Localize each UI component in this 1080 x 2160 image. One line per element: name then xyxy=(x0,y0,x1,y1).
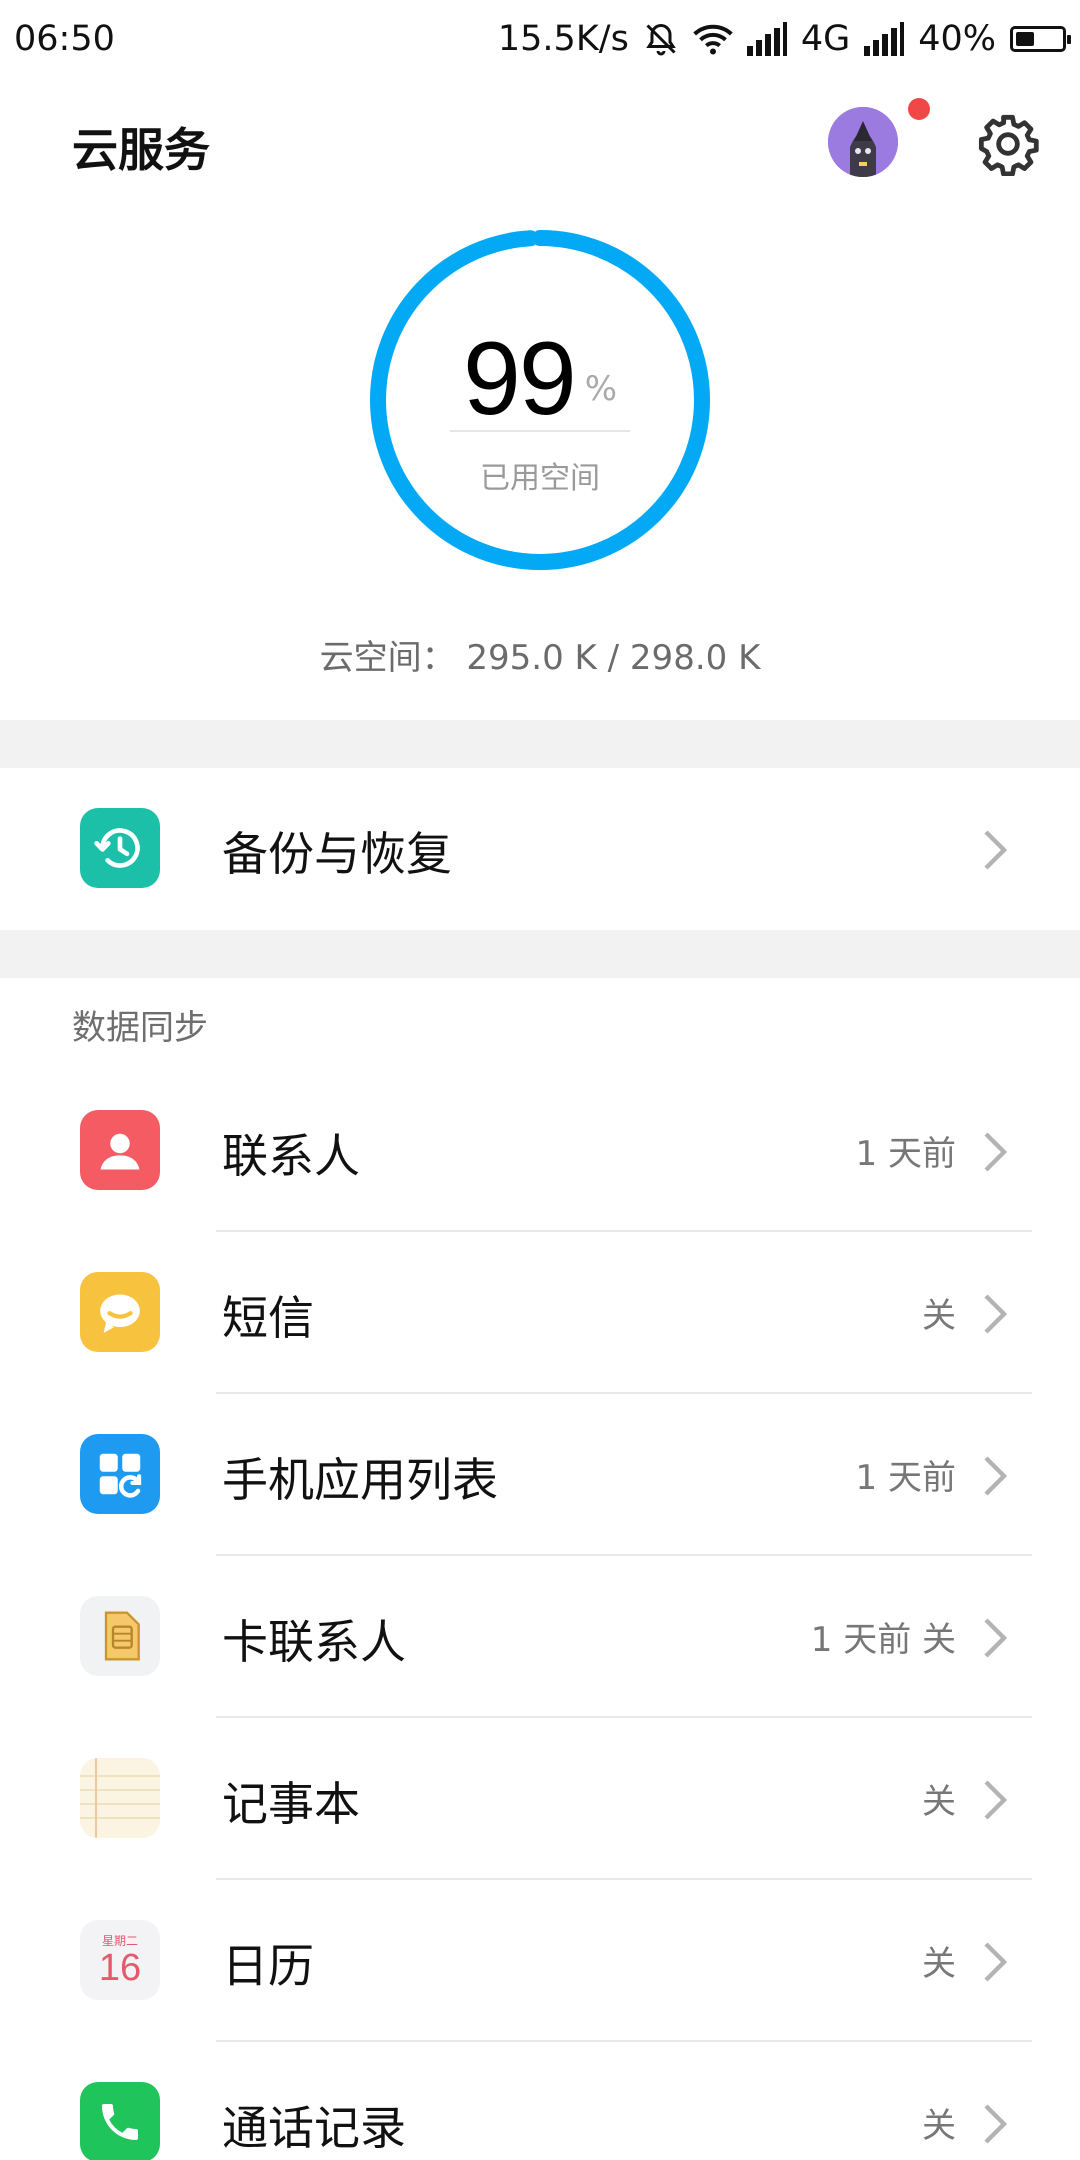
network-type: 4G xyxy=(800,19,851,59)
sync-item-label: 联系人 xyxy=(222,1129,360,1183)
chevron-right-icon xyxy=(984,1294,1008,1334)
chevron-right-icon xyxy=(984,1780,1008,1820)
chevron-right-icon xyxy=(984,1618,1008,1658)
sync-item-status: 1 天前 xyxy=(855,1134,956,1174)
phone-icon xyxy=(80,2082,160,2160)
sync-item-label: 日历 xyxy=(222,1939,314,1993)
backup-restore-label: 备份与恢复 xyxy=(222,827,452,881)
sync-item-status: 关 xyxy=(922,1296,956,1336)
sync-item-label: 卡联系人 xyxy=(222,1615,406,1669)
app-list-icon xyxy=(80,1434,160,1514)
sync-item-calendar[interactable]: 星期二 16 日历 关 xyxy=(0,1880,1080,2042)
sync-item-status: 1 天前 xyxy=(855,1458,956,1498)
chevron-right-icon xyxy=(984,1132,1008,1172)
sim-card-icon xyxy=(80,1596,160,1676)
backup-clock-icon xyxy=(80,808,160,888)
sync-item-label: 通话记录 xyxy=(222,2101,406,2155)
chevron-right-icon xyxy=(984,1942,1008,1982)
sync-item-call-log[interactable]: 通话记录 关 xyxy=(0,2042,1080,2160)
settings-icon xyxy=(976,112,1040,180)
status-icons: 15.5K/s 4G 40% xyxy=(497,19,1071,59)
cloud-service-screen: 06:50 15.5K/s 4G 40% 云服务 99 % 已用空间 云空间： … xyxy=(0,0,1080,2160)
notepad-icon xyxy=(80,1758,160,1838)
sync-item-status: 关 xyxy=(922,1944,956,1984)
sync-item-label: 手机应用列表 xyxy=(222,1453,498,1507)
status-bar: 06:50 15.5K/s 4G 40% xyxy=(0,0,1080,78)
ring-divider xyxy=(450,430,630,432)
chevron-right-icon xyxy=(984,830,1008,870)
storage-percent-unit: % xyxy=(584,369,617,409)
sync-item-sms[interactable]: 短信 关 xyxy=(0,1232,1080,1394)
sync-item-app-list[interactable]: 手机应用列表 1 天前 xyxy=(0,1394,1080,1556)
chevron-right-icon xyxy=(984,1456,1008,1496)
sync-item-status: 关 xyxy=(922,2106,956,2146)
section-gap xyxy=(0,930,1080,978)
battery-icon xyxy=(1010,26,1071,52)
sync-item-status: 1 天前 关 xyxy=(810,1620,956,1660)
header: 云服务 xyxy=(0,90,1080,200)
sync-item-sim-contacts[interactable]: 卡联系人 1 天前 关 xyxy=(0,1556,1080,1718)
calendar-icon-day: 16 xyxy=(98,1947,142,1989)
notification-dot xyxy=(908,98,930,120)
calendar-icon-weekday: 星期二 xyxy=(101,1934,138,1948)
sync-item-label: 短信 xyxy=(222,1291,314,1345)
status-time: 06:50 xyxy=(14,19,115,59)
net-speed: 15.5K/s xyxy=(497,19,629,59)
sync-item-notepad[interactable]: 记事本 关 xyxy=(0,1718,1080,1880)
sms-icon xyxy=(80,1272,160,1352)
wifi-icon xyxy=(693,22,733,56)
sync-item-contacts[interactable]: 联系人 1 天前 xyxy=(0,1070,1080,1232)
battery-percent: 40% xyxy=(918,19,996,59)
signal-icon xyxy=(864,22,905,56)
section-gap xyxy=(0,720,1080,768)
section-title-data-sync: 数据同步 xyxy=(72,1008,208,1048)
storage-label: 已用空间 xyxy=(480,461,600,496)
settings-button[interactable] xyxy=(972,110,1044,182)
bell-off-icon xyxy=(643,21,679,57)
page-title: 云服务 xyxy=(72,123,210,177)
battery-fill xyxy=(1016,32,1034,46)
storage-percent: 99 xyxy=(463,321,577,437)
signal-icon xyxy=(746,22,787,56)
contacts-icon xyxy=(80,1110,160,1190)
storage-ring: 99% 已用空间 xyxy=(365,225,715,575)
chevron-right-icon xyxy=(984,2104,1008,2144)
sync-item-label: 记事本 xyxy=(222,1777,360,1831)
avatar[interactable] xyxy=(828,107,898,177)
storage-summary: 云空间： 295.0 K / 298.0 K xyxy=(319,638,761,678)
backup-restore-row[interactable]: 备份与恢复 xyxy=(0,768,1080,930)
sync-item-status: 关 xyxy=(922,1782,956,1822)
calendar-icon: 星期二 16 xyxy=(80,1920,160,2000)
